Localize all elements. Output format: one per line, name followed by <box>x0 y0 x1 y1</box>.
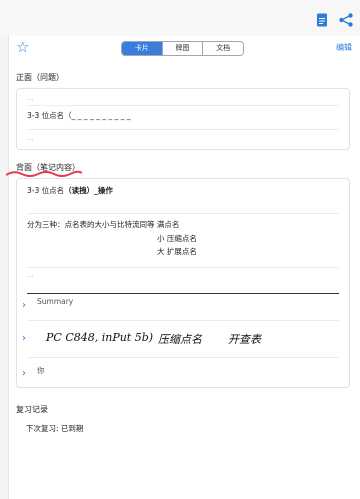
back-heading: 3-3 位点名（读拽）_操作 <box>27 185 113 196</box>
front-placeholder-bottom: ... <box>27 134 34 142</box>
review-section-title: 复习记录 <box>16 405 48 414</box>
red-wavy-highlight <box>6 170 82 177</box>
note-line-2: 小 压缩点名 <box>157 234 197 243</box>
note-line-3: 大 扩展点名 <box>157 247 197 256</box>
back-card[interactable]: 3-3 位点名（读拽）_操作 分为三种：点名表的大小与比特流同等 满点名 小 压… <box>16 178 350 388</box>
note-line-1: 分为三种：点名表的大小与比特流同等 满点名 <box>27 220 180 229</box>
view-segmented-control: 卡片 牌图 文档 <box>121 41 244 56</box>
divider <box>27 320 339 321</box>
back-placeholder: ... <box>27 271 34 279</box>
question-text: 3-3 位点名（_ _ _ _ _ _ _ _ _ _ <box>27 111 131 120</box>
back-heading-bold: （读拽）_操作 <box>64 186 113 195</box>
star-icon[interactable]: ☆ <box>16 39 29 55</box>
share-icon[interactable] <box>338 12 354 28</box>
next-review-label: 下次复习: 已到期 <box>26 424 84 433</box>
left-gutter <box>0 36 9 499</box>
tab-document[interactable]: 文档 <box>202 42 243 55</box>
front-section-title: 正面（问题） <box>16 73 64 82</box>
edit-button[interactable]: 编辑 <box>336 42 352 53</box>
front-placeholder-top: ... <box>27 94 34 102</box>
chevron-right-icon[interactable]: › <box>22 333 26 344</box>
back-heading-normal: 3-3 位点名 <box>27 186 65 195</box>
handwriting-2: 压缩点名 <box>158 333 202 346</box>
tab-card[interactable]: 卡片 <box>122 42 162 55</box>
front-card[interactable]: ... 3-3 位点名（_ _ _ _ _ _ _ _ _ _ ... <box>16 88 350 150</box>
you-label: 你 <box>37 366 45 375</box>
summary-label: Summary <box>37 297 74 306</box>
document-icon[interactable] <box>314 12 330 28</box>
divider <box>27 267 339 268</box>
chevron-right-icon[interactable]: › <box>22 368 26 379</box>
divider <box>27 213 339 214</box>
divider <box>27 357 339 358</box>
divider <box>27 129 339 130</box>
tab-map[interactable]: 牌图 <box>161 42 203 55</box>
handwriting-3: 开查表 <box>228 333 261 346</box>
summary-separator <box>27 293 339 294</box>
handwriting-1: PC C848, inPut 5b) <box>46 331 154 344</box>
divider <box>27 105 339 106</box>
chevron-right-icon[interactable]: › <box>22 300 26 311</box>
top-toolbar <box>0 0 360 36</box>
